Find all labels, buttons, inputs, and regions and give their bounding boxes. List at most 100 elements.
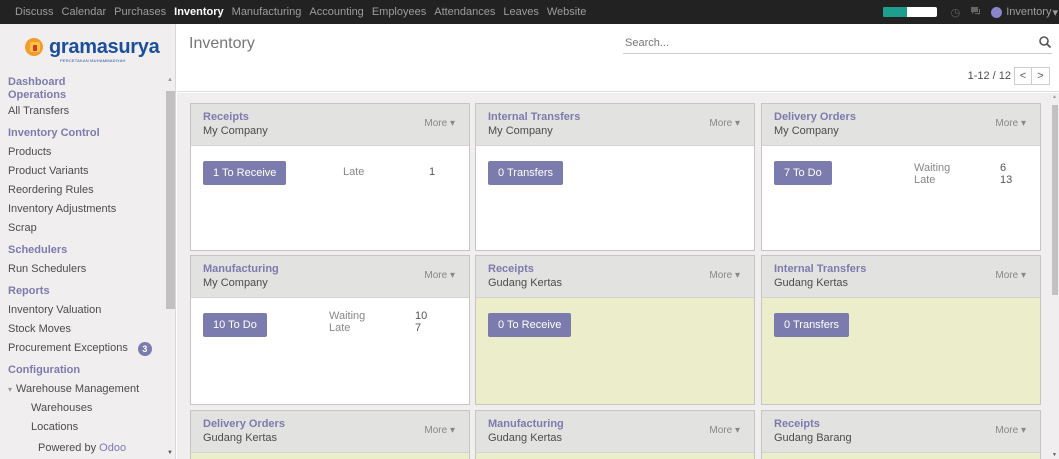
sidebar-item-products[interactable]: Products [8,143,164,162]
sidebar-item-locations[interactable]: Locations [8,418,164,437]
stat-label-late[interactable]: Late [343,167,364,178]
scrollbar-thumb[interactable] [166,91,175,309]
card-title[interactable]: Receipts [203,111,249,123]
card-subtitle: Gudang Kertas [774,277,848,289]
card-header: Manufacturing Gudang Kertas More ▾ [476,411,754,453]
more-dropdown[interactable]: More ▾ [424,270,455,281]
more-dropdown[interactable]: More ▾ [995,425,1026,436]
to-do-button[interactable]: 7 To Do [774,161,832,185]
stat-label-late[interactable]: Late [329,323,350,334]
sidebar-item-all-transfers[interactable]: All Transfers [8,102,164,121]
pager-next-button[interactable]: > [1032,67,1050,85]
scrollbar-thumb[interactable] [1052,105,1058,295]
user-avatar-icon[interactable] [991,6,1003,18]
page-title: Inventory [189,35,255,52]
kanban-card[interactable]: Receipts My Company More ▾ 1 To Receive … [190,103,470,251]
app-menu-inventory[interactable]: Inventory [174,6,224,18]
kanban-card[interactable]: Delivery Orders Gudang Kertas More ▾ [190,410,470,459]
card-title[interactable]: Internal Transfers [488,111,580,123]
scroll-down-icon[interactable]: ▼ [1052,452,1057,458]
card-title[interactable]: Delivery Orders [203,418,285,430]
sidebar-item-warehouse-management[interactable]: ▾ Warehouse Management [8,380,164,399]
transfers-button[interactable]: 0 Transfers [774,313,850,337]
stat-value-waiting[interactable]: 10 [415,311,427,322]
card-title[interactable]: Internal Transfers [774,263,866,275]
sidebar-item-run-schedulers[interactable]: Run Schedulers [8,260,164,279]
scroll-down-icon[interactable]: ▼ [167,450,173,456]
sidebar-scrollbar[interactable]: ▲ ▼ [165,72,175,459]
stat-value-late[interactable]: 13 [1000,175,1012,186]
app-menu: Discuss Calendar Purchases Inventory Man… [0,6,594,18]
kanban-card[interactable]: Receipts Gudang Barang More ▾ [761,410,1041,459]
more-dropdown[interactable]: More ▾ [709,270,740,281]
app-menu-manufacturing[interactable]: Manufacturing [232,6,302,18]
sidebar-item-dashboard[interactable]: Dashboard [8,76,164,89]
sidebar-item-procurement-exceptions[interactable]: Procurement Exceptions 3 [8,339,164,358]
app-menu-purchases[interactable]: Purchases [114,6,166,18]
card-title[interactable]: Manufacturing [488,418,564,430]
app-menu-leaves[interactable]: Leaves [503,6,538,18]
sidebar-item-inventory-adjustments[interactable]: Inventory Adjustments [8,200,164,219]
scroll-up-icon[interactable]: ▲ [1052,94,1057,100]
clock-icon[interactable]: ◷ [951,6,961,19]
more-dropdown[interactable]: More ▾ [995,118,1026,129]
chat-icon[interactable] [970,6,981,19]
card-header: Receipts Gudang Kertas More ▾ [476,256,754,298]
sidebar-item-reordering-rules[interactable]: Reordering Rules [8,181,164,200]
scroll-up-icon[interactable]: ▲ [167,77,173,83]
more-dropdown[interactable]: More ▾ [424,118,455,129]
sidebar-item-inventory-valuation[interactable]: Inventory Valuation [8,301,164,320]
sidebar-section-operations: Operations [8,89,67,101]
sidebar-section-configuration: Configuration [8,364,81,376]
search-icon[interactable] [1038,35,1052,49]
app-menu-calendar[interactable]: Calendar [62,6,107,18]
more-dropdown[interactable]: More ▾ [709,118,740,129]
kanban-card[interactable]: Receipts Gudang Kertas More ▾ 0 To Recei… [475,255,755,405]
kanban-dashboard: Receipts My Company More ▾ 1 To Receive … [177,93,1059,459]
app-menu-employees[interactable]: Employees [372,6,426,18]
kanban-card[interactable]: Delivery Orders My Company More ▾ 7 To D… [761,103,1041,251]
user-menu[interactable]: Inventory [1006,6,1051,18]
stat-value-waiting[interactable]: 6 [1000,163,1006,174]
to-receive-button[interactable]: 0 To Receive [488,313,572,337]
search-input[interactable] [623,34,1023,52]
main-scrollbar[interactable]: ▲ ▼ [1051,93,1059,459]
logo-mark-icon [24,37,46,57]
sidebar-item-scrap[interactable]: Scrap [8,219,164,238]
kanban-card[interactable]: Internal Transfers My Company More ▾ 0 T… [475,103,755,251]
to-receive-button[interactable]: 1 To Receive [203,161,287,185]
card-title[interactable]: Receipts [774,418,820,430]
card-title[interactable]: Delivery Orders [774,111,856,123]
more-dropdown[interactable]: More ▾ [709,425,740,436]
card-title[interactable]: Manufacturing [203,263,279,275]
pager-value[interactable]: 1-12 / 12 [968,70,1011,82]
transfers-button[interactable]: 0 Transfers [488,161,564,185]
app-menu-accounting[interactable]: Accounting [309,6,363,18]
app-menu-attendances[interactable]: Attendances [434,6,495,18]
more-dropdown[interactable]: More ▾ [424,425,455,436]
app-menu-website[interactable]: Website [547,6,587,18]
card-title[interactable]: Receipts [488,263,534,275]
kanban-card[interactable]: Internal Transfers Gudang Kertas More ▾ … [761,255,1041,405]
company-logo[interactable]: gramasurya [24,36,160,58]
caret-down-icon[interactable]: ▾ [1052,6,1058,19]
sidebar-item-stock-moves[interactable]: Stock Moves [8,320,164,339]
count-badge: 3 [137,341,152,356]
kanban-card[interactable]: Manufacturing My Company More ▾ 10 To Do… [190,255,470,405]
control-panel: Inventory 1-12 / 12 < > [177,24,1059,92]
stat-label-waiting[interactable]: Waiting [914,163,950,174]
stat-value-late[interactable]: 1 [429,167,435,178]
more-dropdown[interactable]: More ▾ [995,270,1026,281]
sidebar-item-warehouses[interactable]: Warehouses [8,399,164,418]
kanban-card[interactable]: Manufacturing Gudang Kertas More ▾ [475,410,755,459]
card-subtitle: Gudang Barang [774,432,852,444]
stat-label-late[interactable]: Late [914,175,935,186]
sidebar-item-product-variants[interactable]: Product Variants [8,162,164,181]
odoo-link[interactable]: Odoo [99,442,126,454]
app-menu-discuss[interactable]: Discuss [15,6,54,18]
pager-previous-button[interactable]: < [1014,67,1032,85]
to-do-button[interactable]: 10 To Do [203,313,267,337]
stat-label-waiting[interactable]: Waiting [329,311,365,322]
card-header: Receipts Gudang Barang More ▾ [762,411,1040,453]
stat-value-late[interactable]: 7 [415,323,421,334]
